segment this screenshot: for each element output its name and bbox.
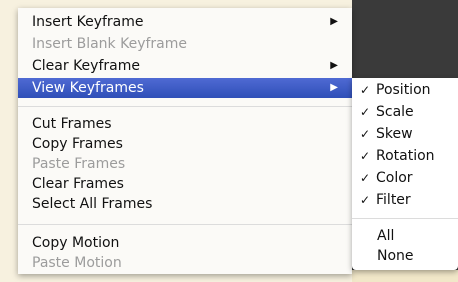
menu-item-paste-motion: Paste Motion: [18, 253, 352, 273]
menu-item-clear-frames[interactable]: Clear Frames: [18, 174, 352, 194]
checkmark-icon: ✓: [360, 193, 371, 207]
submenu-item-label: Filter: [376, 192, 411, 208]
menu-item-label: Clear Keyframe: [32, 58, 140, 74]
checkmark-icon: ✓: [360, 105, 371, 119]
menu-separator: [352, 218, 458, 219]
menu-item-label: Insert Keyframe: [32, 14, 144, 30]
checkmark-icon: ✓: [360, 149, 371, 163]
menu-item-label: Clear Frames: [32, 176, 124, 192]
menu-item-cut-frames[interactable]: Cut Frames: [18, 114, 352, 134]
menu-item-view-keyframes[interactable]: View Keyframes ▶: [18, 78, 352, 98]
menu-item-label: Copy Frames: [32, 136, 123, 152]
checkmark-icon: ✓: [360, 83, 371, 97]
menu-item-insert-keyframe[interactable]: Insert Keyframe ▶: [18, 12, 352, 32]
app-background-bottom: [352, 270, 458, 282]
submenu-item-label: Rotation: [376, 148, 435, 164]
checkmark-icon: ✓: [360, 171, 371, 185]
submenu-arrow-icon: ▶: [330, 82, 338, 93]
submenu-item-all[interactable]: All: [352, 226, 458, 246]
menu-item-copy-motion[interactable]: Copy Motion: [18, 233, 352, 253]
submenu-item-color[interactable]: ✓ Color: [352, 168, 458, 188]
submenu-item-label: None: [377, 248, 414, 264]
menu-separator: [18, 106, 352, 107]
menu-item-paste-frames: Paste Frames: [18, 154, 352, 174]
submenu-item-filter[interactable]: ✓ Filter: [352, 190, 458, 210]
submenu-arrow-icon: ▶: [330, 60, 338, 71]
submenu-item-position[interactable]: ✓ Position: [352, 80, 458, 100]
menu-item-select-all-frames[interactable]: Select All Frames: [18, 194, 352, 214]
context-menu: Insert Keyframe ▶ Insert Blank Keyframe …: [18, 8, 352, 274]
submenu-item-scale[interactable]: ✓ Scale: [352, 102, 458, 122]
submenu-item-label: Color: [376, 170, 413, 186]
submenu-item-rotation[interactable]: ✓ Rotation: [352, 146, 458, 166]
menu-separator: [18, 224, 352, 225]
submenu-item-label: Scale: [376, 104, 414, 120]
submenu-item-none[interactable]: None: [352, 246, 458, 266]
submenu-item-skew[interactable]: ✓ Skew: [352, 124, 458, 144]
menu-item-label: View Keyframes: [32, 80, 144, 96]
menu-item-label: Insert Blank Keyframe: [32, 36, 188, 52]
view-keyframes-submenu: ✓ Position ✓ Scale ✓ Skew ✓ Rotation ✓ Color …: [352, 78, 458, 270]
menu-item-label: Select All Frames: [32, 196, 153, 212]
submenu-arrow-icon: ▶: [330, 16, 338, 27]
menu-item-label: Copy Motion: [32, 235, 120, 251]
submenu-item-label: All: [377, 228, 395, 244]
menu-item-copy-frames[interactable]: Copy Frames: [18, 134, 352, 154]
menu-item-label: Cut Frames: [32, 116, 112, 132]
submenu-item-label: Position: [376, 82, 431, 98]
submenu-item-label: Skew: [376, 126, 413, 142]
checkmark-icon: ✓: [360, 127, 371, 141]
menu-item-label: Paste Frames: [32, 156, 126, 172]
menu-item-clear-keyframe[interactable]: Clear Keyframe ▶: [18, 56, 352, 76]
menu-item-label: Paste Motion: [32, 255, 122, 271]
menu-item-insert-blank-keyframe: Insert Blank Keyframe: [18, 34, 352, 54]
